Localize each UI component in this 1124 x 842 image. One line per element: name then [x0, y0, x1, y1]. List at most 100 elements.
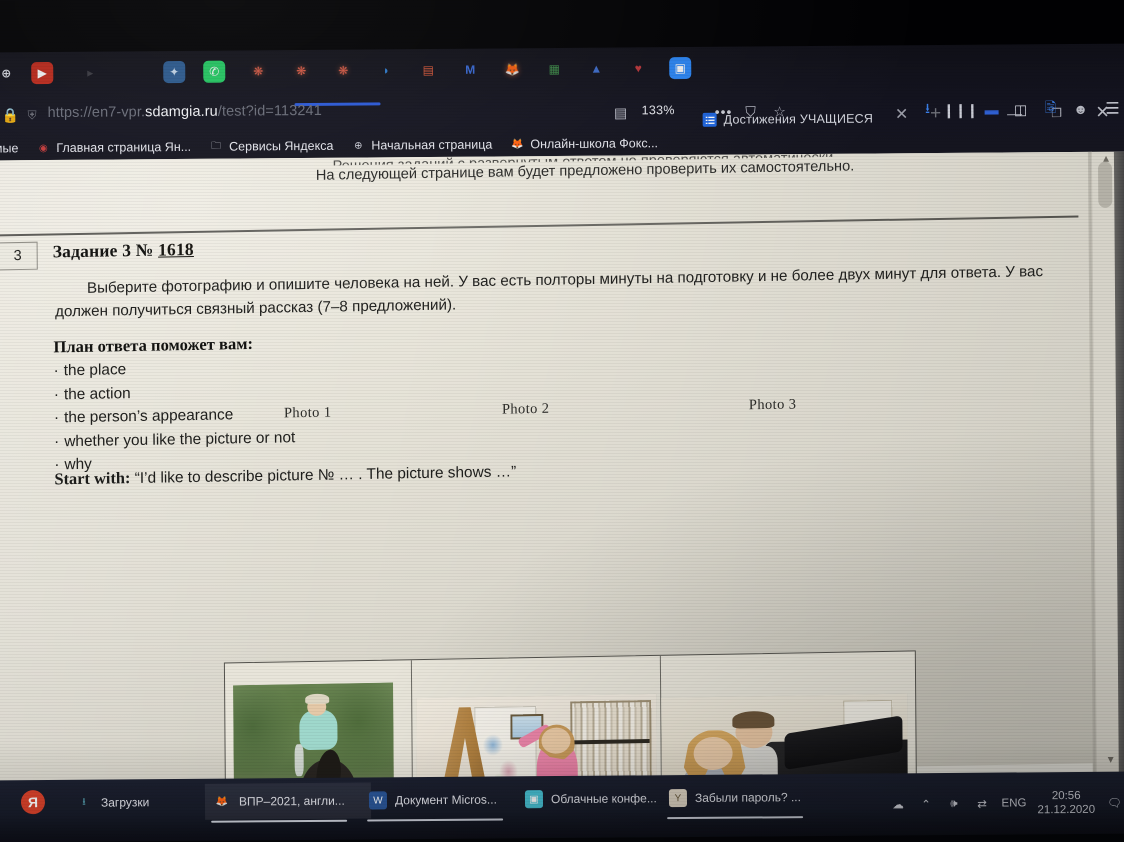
- taskbar-item-label: Облачные конфе...: [550, 791, 657, 807]
- start-with-text: “I’d like to describe picture № … . The …: [134, 463, 517, 488]
- bookmark-item[interactable]: мые: [0, 141, 18, 155]
- taskbar-item-icon: ⭳: [82, 796, 86, 808]
- taskbar-item-icon: W: [368, 791, 388, 810]
- clock[interactable]: 20:56 21.12.2020: [1037, 789, 1095, 817]
- browser-chrome: ⊕ ▶ ▸ ✦ ✆ ❋ ❋ ❋ ◗ ▤ M 🦊 ▦ ▲ ♥ ▣ Достижения УЧАЩИЕСЯ ✕ +…: [0, 0, 1124, 161]
- clock-time: 20:56: [1051, 789, 1081, 803]
- plan-item-label: the action: [63, 384, 131, 403]
- task-heading-prefix: Задание 3 №: [52, 239, 159, 262]
- photo-3-boy-hair: [732, 711, 775, 729]
- photo-2-girl-head: [541, 727, 571, 754]
- windows-taskbar: Я ⭳ Загрузки 🦊 ВПР–2021, англи... W Документ …: [0, 771, 1124, 842]
- download-icon[interactable]: ⭳: [916, 99, 938, 121]
- photo-1-caption: Photo 1: [283, 404, 332, 422]
- task-instruction-text: Выберите фотографию и опишите человека н…: [55, 263, 1044, 321]
- document-content: Решения заданий с развернутым ответом не…: [0, 152, 1097, 783]
- bookmark-item[interactable]: 🗀 Сервисы Яндекса: [209, 139, 333, 154]
- bookmark-item[interactable]: 🦊 Онлайн-школа Фокс...: [510, 136, 658, 151]
- taskbar-item[interactable]: Y Забыли пароль? ...: [661, 779, 827, 816]
- plan-list-item: · whether you like the picture or not: [54, 426, 295, 454]
- language-indicator[interactable]: ENG: [1001, 797, 1026, 809]
- bookmark-label: Онлайн-школа Фокс...: [530, 136, 659, 152]
- sidebar-icon[interactable]: ◫: [1009, 98, 1031, 120]
- scroll-down-arrow-icon[interactable]: ▼: [1106, 755, 1116, 766]
- taskbar-item[interactable]: 🦊 ВПР–2021, англи...: [204, 782, 372, 820]
- taskbar-item[interactable]: ▣ Облачные конфе...: [517, 780, 683, 817]
- account-icon[interactable]: ☻: [1069, 98, 1091, 120]
- photo-2-caption: Photo 2: [501, 400, 550, 418]
- bookmark-favicon-icon: ◉: [38, 142, 48, 154]
- lock-icon: 🔒: [1, 107, 20, 124]
- bookmark-label: Начальная страница: [371, 137, 493, 153]
- translate-icon[interactable]: 🗟: [1039, 98, 1061, 120]
- pocket-icon[interactable]: ⛉: [739, 100, 761, 122]
- section-divider: [0, 215, 1079, 237]
- task-number-box: 3: [0, 241, 38, 271]
- page-scrollbar-thumb[interactable]: [1097, 161, 1113, 208]
- plan-list: · the place · the action · the person’s appea…: [54, 355, 296, 477]
- task-heading: Задание 3 № 1618: [53, 239, 194, 262]
- plan-item-label: the person’s appearance: [64, 406, 234, 427]
- taskbar-item-icon: Y: [668, 789, 688, 808]
- bullet-icon: ·: [53, 385, 59, 403]
- bookmark-label: Главная страница Ян...: [56, 139, 192, 155]
- cloud-icon[interactable]: ☁: [889, 796, 906, 813]
- address-bar-url[interactable]: https://en7-vpr.sdamgia.ru/test?id=11324…: [48, 103, 322, 121]
- bookmark-star-icon[interactable]: ☆: [768, 100, 790, 122]
- taskbar-item-label: ВПР–2021, англи...: [238, 793, 345, 809]
- zoom-level-indicator[interactable]: 133%: [642, 103, 675, 117]
- bookmark-label: Сервисы Яндекса: [229, 138, 334, 154]
- sync-icon[interactable]: ▬: [980, 99, 1002, 121]
- network-icon[interactable]: ⇄: [973, 795, 990, 812]
- url-domain: sdamgia.ru: [145, 103, 218, 121]
- photo-3-caption: Photo 3: [748, 396, 797, 414]
- notification-icon[interactable]: 🗨: [1106, 794, 1123, 811]
- taskbar-item[interactable]: W Документ Micros...: [361, 781, 527, 818]
- tab-strip: Достижения УЧАЩИЕСЯ ✕ + — ❐ ✕: [0, 44, 1124, 127]
- taskbar-item-running-indicator: [367, 818, 504, 822]
- task-id-link[interactable]: 1618: [158, 239, 194, 260]
- bookmark-favicon-icon: 🗀: [211, 140, 222, 152]
- bookmark-label: мые: [0, 141, 19, 156]
- start-with-label: Start with:: [54, 468, 131, 489]
- volume-icon[interactable]: 🕪: [945, 795, 962, 812]
- taskbar-item-label: Загрузки: [100, 795, 150, 810]
- photo-strip: [223, 650, 918, 783]
- clock-date: 21.12.2020: [1037, 803, 1096, 817]
- ellipsis-icon[interactable]: •••: [712, 101, 734, 123]
- plan-item-label: the place: [63, 361, 127, 380]
- photo-1-rider-cap: [305, 693, 330, 705]
- taskbar-item-label: Забыли пароль? ...: [694, 790, 802, 805]
- chevron-up-icon[interactable]: ⌃: [917, 796, 934, 813]
- photo-cell-2[interactable]: [411, 655, 663, 783]
- photo-3-image[interactable]: [661, 693, 909, 783]
- start-button[interactable]: Я: [20, 790, 46, 815]
- plan-item-label: whether you like the picture or not: [64, 428, 296, 450]
- bookmark-item[interactable]: ⊕ Начальная страница: [351, 138, 492, 153]
- monitor-photograph: ⊕ ▶ ▸ ✦ ✆ ❋ ❋ ❋ ◗ ▤ M 🦊 ▦ ▲ ♥ ▣ Достижения УЧАЩИЕСЯ ✕ +…: [0, 0, 1124, 842]
- url-prefix: https://en7-vpr.: [47, 104, 146, 122]
- page-viewport: ▲ ▼ Решения заданий с развернутым ответо…: [0, 151, 1124, 783]
- taskbar-item-icon: 🦊: [215, 796, 229, 808]
- photo-1-rider-leg: [294, 744, 305, 777]
- bullet-icon: ·: [53, 409, 60, 427]
- bullet-icon: ·: [54, 433, 60, 451]
- bookmark-favicon-icon: ⊕: [354, 140, 363, 152]
- taskbar-item-label: Документ Micros...: [394, 792, 497, 808]
- scroll-up-arrow-icon[interactable]: ▲: [1101, 154, 1111, 165]
- photo-cell-1[interactable]: [224, 660, 414, 783]
- bullet-icon: ·: [53, 362, 59, 380]
- taskbar-item-icon: ▣: [524, 790, 544, 809]
- library-icon[interactable]: ❙❙❙: [943, 99, 978, 121]
- taskbar-item-running-indicator: [667, 816, 804, 820]
- reader-view-icon[interactable]: ▤: [609, 101, 631, 123]
- app-menu-icon[interactable]: ☰: [1101, 98, 1123, 120]
- photo-cell-3[interactable]: [661, 651, 917, 783]
- bookmark-favicon-icon: 🦊: [511, 138, 524, 150]
- url-suffix: /test?id=113241: [217, 102, 322, 120]
- bookmark-item[interactable]: ◉ Главная страница Ян...: [36, 140, 191, 155]
- system-tray: ☁ ⌃ 🕪 ⇄ ENG 20:56 21.12.2020 🗨: [889, 772, 1123, 836]
- photo-1-image[interactable]: [233, 682, 395, 783]
- photo-2-image[interactable]: [416, 693, 658, 783]
- tracking-shield-icon[interactable]: ⛨: [28, 108, 37, 123]
